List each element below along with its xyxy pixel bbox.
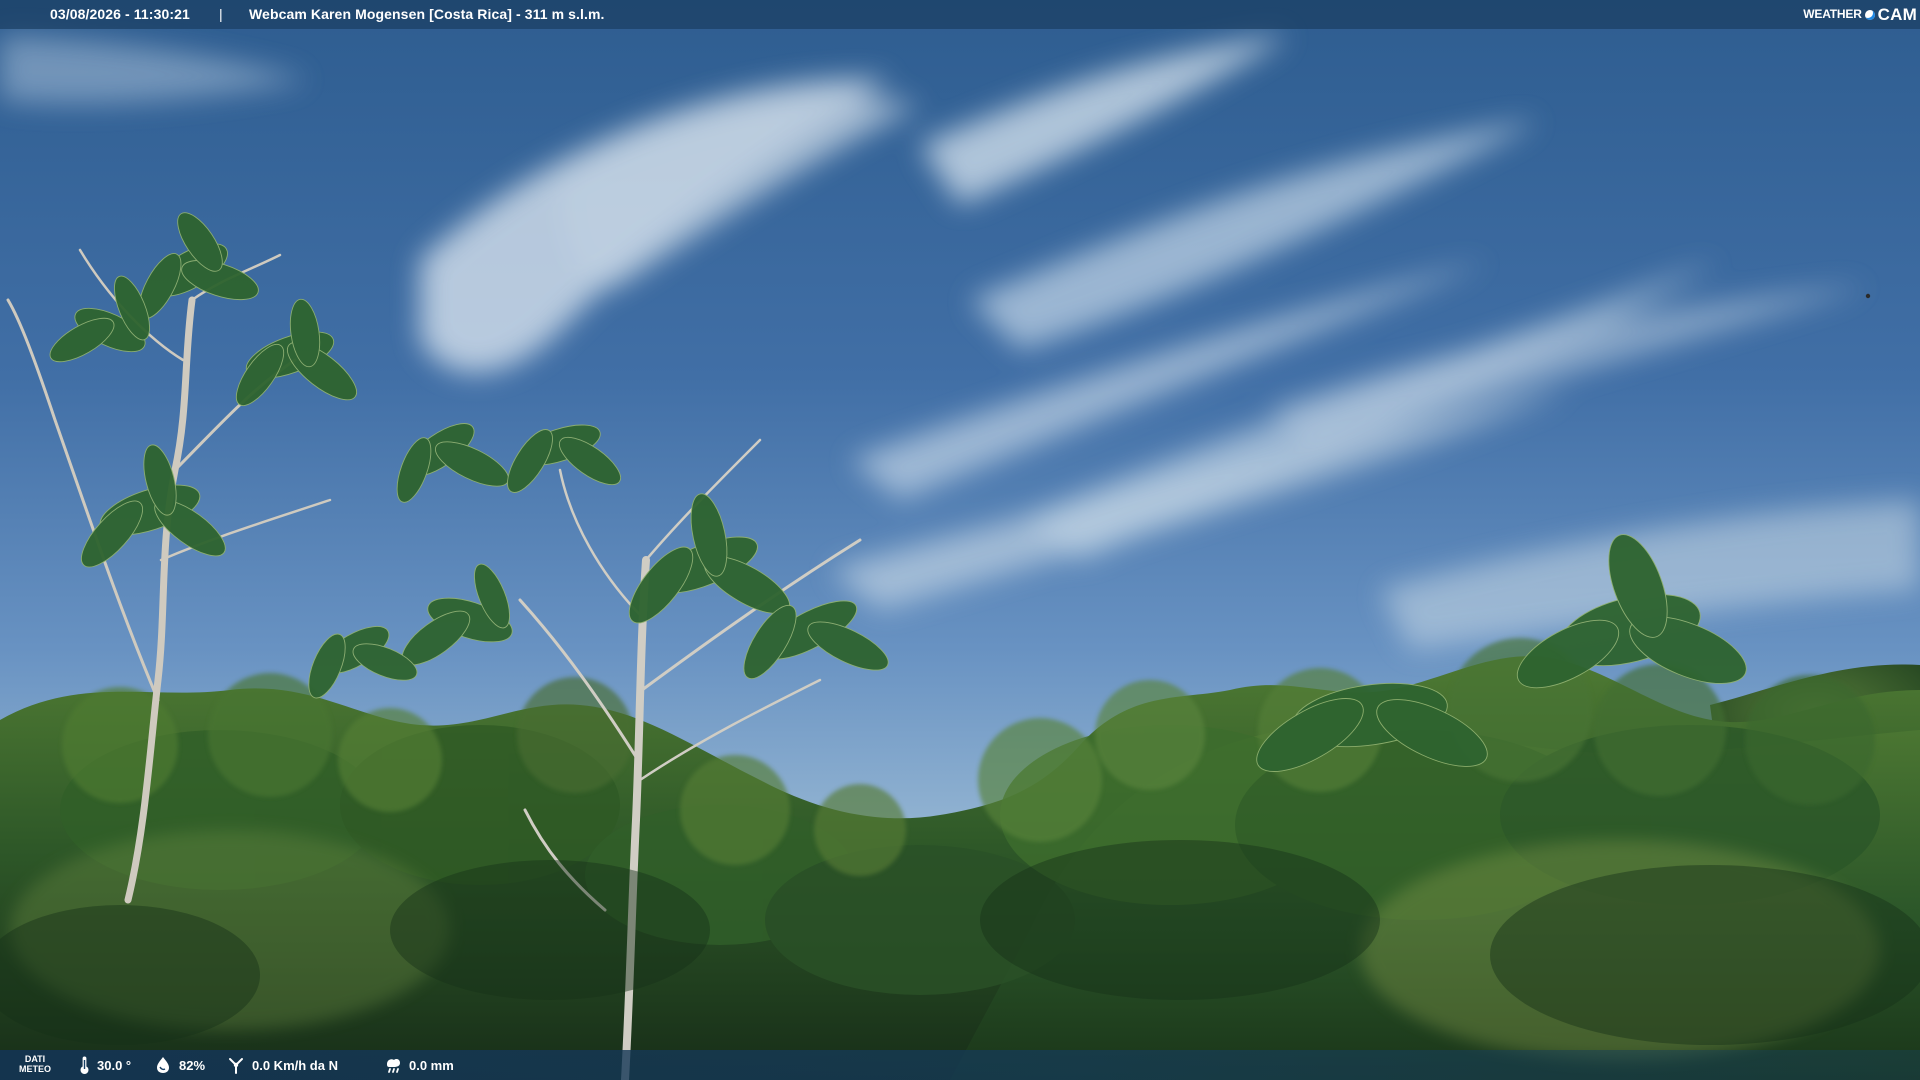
brand-right-text: CAM <box>1877 5 1917 24</box>
camera-title: Webcam Karen Mogensen [Costa Rica] - 311… <box>249 6 605 22</box>
wind-icon <box>229 1058 243 1074</box>
small-bird <box>1865 293 1871 299</box>
rain-reading: 0.0 mm <box>383 1050 454 1080</box>
weather-data-bar: DATI METEO 30.0 ° 82% 0.0 Km/h da N 0.0 … <box>0 1050 1920 1080</box>
wind-reading: 0.0 Km/h da N <box>226 1050 338 1080</box>
camera-info-bar: 03/08/2026 - 11:30:21 | Webcam Karen Mog… <box>0 0 1920 29</box>
weather-data-label-line2: METEO <box>18 1064 51 1074</box>
brand-left-text: WEATHER <box>1803 7 1862 21</box>
rain-value: 0.0 mm <box>409 1057 454 1073</box>
weather-data-label: DATI METEO <box>12 1054 58 1074</box>
webcam-frame: 03/08/2026 - 11:30:21 | Webcam Karen Mog… <box>0 0 1920 1080</box>
wind-value: 0.0 Km/h da N <box>252 1057 338 1073</box>
rain-icon <box>387 1059 400 1073</box>
weathercam-logo: WEATHER CAM <box>1803 0 1917 29</box>
weathercam-logo-icon <box>1864 9 1875 20</box>
weather-data-label-line1: DATI <box>24 1054 46 1064</box>
temperature-reading: 30.0 ° <box>78 1050 131 1080</box>
datetime-stamp: 03/08/2026 - 11:30:21 <box>50 6 190 22</box>
scene-image <box>0 0 1920 1080</box>
temperature-value: 30.0 ° <box>97 1057 132 1073</box>
thermometer-icon <box>80 1056 89 1074</box>
info-separator: | <box>219 6 223 22</box>
humidity-reading: 82% <box>153 1050 205 1080</box>
humidity-value: 82% <box>179 1057 206 1073</box>
humidity-icon <box>157 1057 169 1073</box>
